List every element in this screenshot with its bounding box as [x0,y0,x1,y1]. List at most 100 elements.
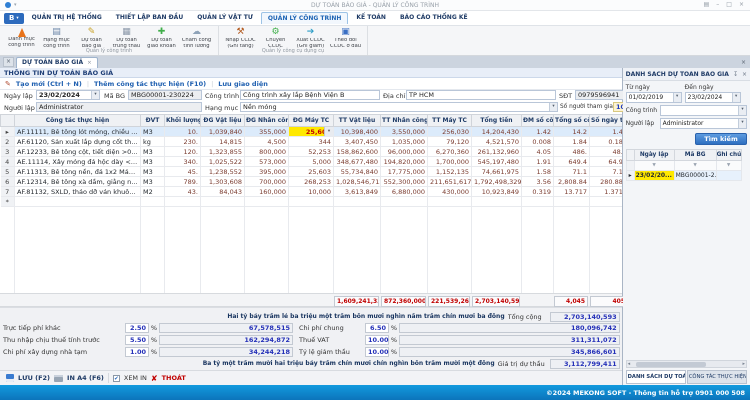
grid-cell[interactable]: 14.2 [554,127,590,137]
fee-pct-input[interactable]: 6.50 [365,323,389,333]
chevron-down-icon[interactable]: ▾ [732,93,740,102]
search-button[interactable]: Tìm kiếm [695,133,747,145]
app-menu-button[interactable]: B▾ [4,13,24,24]
grid-header-cell[interactable]: TT Vật liệu [334,115,381,127]
grid-cell[interactable]: 0.184 [590,137,622,147]
grid-header-cell[interactable]: TT Máy TC [428,115,472,127]
grid-cell[interactable] [165,197,201,207]
ribbon-button-cone[interactable]: Danh mụccông trình [4,27,39,49]
grid-cell[interactable]: AF.12314, Bê tông xà dầm, giằng nhà, đ..… [15,177,141,187]
grid-cell[interactable]: M2 [141,187,165,197]
grid-cell[interactable]: 158,862,600 [334,147,381,157]
grid-cell[interactable]: 52,253 [289,147,334,157]
grid-cell[interactable]: 43. [165,187,201,197]
grid-cell[interactable]: 1,792,498,329 [472,177,522,187]
grid-cell[interactable]: 573,000 [245,157,289,167]
grid-row[interactable]: 6AF.12314, Bê tông xà dầm, giằng nhà, đ.… [1,177,622,187]
grid-cell[interactable]: 6,270,360 [428,147,472,157]
ribbon-button-tracking[interactable]: ▣Theo dõiCCDC ở đâu [328,27,363,49]
grid-cell[interactable]: AF.61120, Sản xuất lắp dựng cốt thép m..… [15,137,141,147]
ribbon-button-page-edit[interactable]: ✎Dự toánbáo giá [74,27,109,49]
grid-cell[interactable]: 4,500 [245,137,289,147]
grid-cell[interactable] [522,197,554,207]
grid-row[interactable]: ▸AF.11111, Bê tông lót móng, chiều rộng … [1,127,622,137]
grid-cell[interactable] [381,197,428,207]
preview-label[interactable]: XEM IN [124,374,147,382]
grid-cell[interactable]: 1,238,552 [201,167,245,177]
grid-cell[interactable]: 486. [554,147,590,157]
ribbon-button-export-arrow[interactable]: ➔Xuất CCDC(Ghi giảm) [293,27,328,49]
grid-cell[interactable]: 25,603 [289,167,334,177]
grid-cell[interactable]: 71.1 [554,167,590,177]
grid-cell[interactable]: 7.11 [590,167,622,177]
chevron-down-icon[interactable]: ▾ [673,93,681,102]
grid-cell[interactable]: 344 [289,137,334,147]
close-doc-button[interactable]: × [3,57,14,67]
ma-bg-input[interactable]: MBG00001-230224 [128,90,202,100]
grid-new-row[interactable]: * [1,197,622,207]
grid-row[interactable]: 2AF.61120, Sản xuất lắp dựng cốt thép m.… [1,137,622,147]
grid-cell[interactable]: AF.12233, Bê tông cột, tiết diện >0,1m2,… [15,147,141,157]
exit-button[interactable]: THOÁT [162,374,186,382]
chevron-down-icon[interactable]: ▾ [549,103,557,111]
nguoi-lap-input[interactable]: Administrator [36,102,202,112]
panel-close-icon[interactable]: × [742,71,747,78]
grid-cell[interactable]: 1,303,608 [201,177,245,187]
ribbon-button-drill[interactable]: ⚒Nhập CCDC(Ghi tăng) [223,27,258,49]
tab-cong-tac[interactable]: CÔNG TÁC THỰC HIỆN [687,370,747,384]
grid-cell[interactable] [472,197,522,207]
grid-cell[interactable]: M3 [141,177,165,187]
horizontal-scrollbar[interactable]: ◂ ▸ [626,360,747,368]
tab-danh-sach[interactable]: DANH SÁCH DỰ TOÁN ... [626,370,686,384]
grid-cell[interactable]: 789. [165,177,201,187]
grid-cell[interactable]: M3 [141,147,165,157]
grid-cell[interactable]: 10,000 [289,187,334,197]
ngay-lap-input[interactable]: 23/02/2024▾ [36,90,100,100]
grid-cell[interactable]: 1,035,000 [381,137,428,147]
style-button[interactable]: ▤ [704,0,710,10]
add-task-button[interactable]: Thêm công tác thực hiện (F10) [94,80,206,88]
grid-header-cell[interactable]: Tổng tiền [472,115,522,127]
grid-cell[interactable]: 10,923,849 [472,187,522,197]
grid-cell[interactable]: 1,028,546,712 [334,177,381,187]
grid-cell[interactable]: 211,651,617 [428,177,472,187]
grid-cell[interactable]: 1,039,840 [201,127,245,137]
filter-icon[interactable]: ▼ [634,161,674,171]
ribbon-tab[interactable]: QUẢN LÝ VẬT TƯ [191,12,259,24]
list-cell-ngay[interactable]: 23/02/20... [634,171,674,181]
chevron-down-icon[interactable]: ▾ [738,119,746,128]
grid-cell[interactable]: 14,815 [201,137,245,147]
grid-cell[interactable]: 84,043 [201,187,245,197]
grid-cell[interactable]: 1,152,135 [428,167,472,177]
grid-cell[interactable]: 3.56 [522,177,554,187]
grid-cell[interactable]: 395,000 [245,167,289,177]
grid-cell[interactable]: 10,398,400 [334,127,381,137]
grid-cell[interactable]: 256,030 [428,127,472,137]
grid-cell[interactable]: 48.6 [590,147,622,157]
grid-cell[interactable]: 120. [165,147,201,157]
grid-cell[interactable]: 1,025,522 [201,157,245,167]
quick-access-caret-icon[interactable]: ▾ [14,2,17,8]
grid-cell[interactable]: 74,661,975 [472,167,522,177]
scrollbar-thumb[interactable] [636,362,706,367]
grid-header-cell[interactable]: Khối lượng [165,115,201,127]
grid-row[interactable]: 5AF.11313, Bê tông nền, đá 1x2 Mác 200M3… [1,167,622,177]
scroll-left-icon[interactable]: ◂ [627,361,632,367]
grid-cell[interactable] [428,197,472,207]
grid-cell[interactable]: 348,677,480 [334,157,381,167]
grid-cell[interactable]: M3 [141,127,165,137]
grid-cell[interactable]: 261,132,960 [472,147,522,157]
list-cell-ghi[interactable] [716,171,741,181]
dropdown-icon[interactable]: ▾ [324,127,333,136]
fee-pct-input[interactable]: 1.00 [125,347,149,357]
save-button[interactable]: LƯU (F2) [18,374,50,382]
grid-header-cell[interactable]: TT Nhân công [381,115,428,127]
grid-row[interactable]: 4AE.11114, Xây móng đá hộc dày <=60c...M… [1,157,622,167]
grid-cell[interactable]: AF.11313, Bê tông nền, đá 1x2 Mác 200 [15,167,141,177]
grid-cell[interactable] [554,197,590,207]
minimize-button[interactable]: – [716,0,719,10]
grid-header-cell[interactable]: ĐVT [141,115,165,127]
grid-cell[interactable]: 79,120 [428,137,472,147]
grid-cell[interactable]: 10. [165,127,201,137]
list-col-ghi[interactable]: Ghi chú [716,150,741,161]
